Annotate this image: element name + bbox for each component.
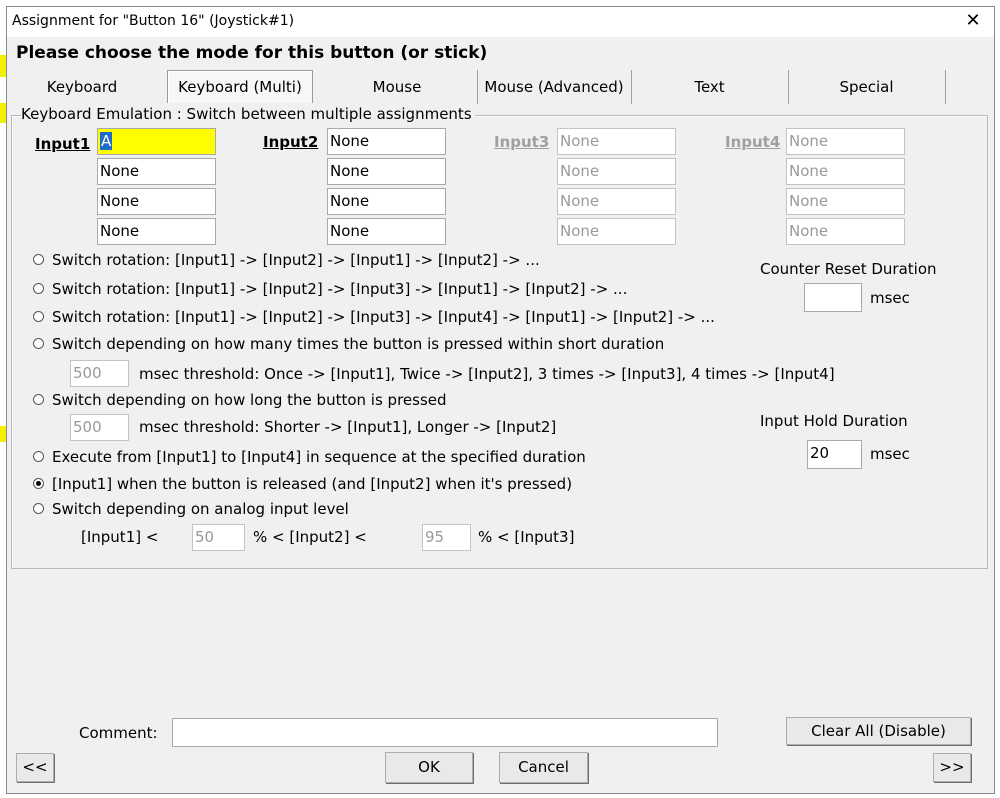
comment-label: Comment:: [79, 724, 158, 742]
radio-option-5[interactable]: [33, 394, 44, 405]
radio-option-4[interactable]: [33, 338, 44, 349]
analog-threshold-1-input: 50: [192, 524, 245, 551]
analog-input2-label: % < [Input2] <: [253, 528, 367, 546]
input2-field-3[interactable]: None: [327, 188, 446, 215]
counter-reset-label: Counter Reset Duration: [760, 260, 937, 278]
tab-special[interactable]: Special: [788, 70, 946, 104]
input1-field-4[interactable]: None: [97, 218, 216, 245]
radio-option-8[interactable]: [33, 503, 44, 514]
input-hold-unit: msec: [870, 445, 910, 463]
option-label-6: Execute from [Input1] to [Input4] in seq…: [52, 448, 586, 466]
radio-option-3[interactable]: [33, 311, 44, 322]
comment-input[interactable]: [172, 718, 718, 747]
close-icon[interactable]: ✕: [960, 9, 986, 33]
title-bar: Assignment for "Button 16" (Joystick#1) …: [7, 7, 994, 37]
input4-field-1: None: [786, 128, 905, 155]
option-label-5: Switch depending on how long the button …: [52, 391, 447, 409]
ok-button[interactable]: OK: [385, 752, 473, 783]
input2-label: Input2: [263, 133, 319, 151]
next-button[interactable]: >>: [933, 753, 971, 782]
counter-reset-unit: msec: [870, 289, 910, 307]
option-label-7: [Input1] when the button is released (an…: [52, 475, 573, 493]
input3-field-4: None: [557, 218, 676, 245]
assignment-dialog: Assignment for "Button 16" (Joystick#1) …: [6, 6, 995, 794]
input2-field-4[interactable]: None: [327, 218, 446, 245]
press-length-threshold-input: 500: [70, 414, 129, 441]
page-title: Please choose the mode for this button (…: [16, 43, 488, 63]
option-label-3: Switch rotation: [Input1] -> [Input2] ->…: [52, 308, 715, 326]
radio-option-6[interactable]: [33, 451, 44, 462]
analog-input1-label: [Input1] <: [81, 528, 159, 546]
press-count-description: msec threshold: Once -> [Input1], Twice …: [139, 365, 835, 383]
counter-reset-input[interactable]: [804, 283, 862, 312]
press-length-description: msec threshold: Shorter -> [Input1], Lon…: [139, 418, 557, 436]
input3-field-1: None: [557, 128, 676, 155]
input3-label: Input3: [494, 133, 550, 151]
clear-all-button[interactable]: Clear All (Disable): [786, 717, 971, 745]
tab-keyboard[interactable]: Keyboard: [7, 70, 157, 104]
analog-threshold-2-input: 95: [422, 524, 471, 551]
input1-field-2[interactable]: None: [97, 158, 216, 185]
input2-field-2[interactable]: None: [327, 158, 446, 185]
tab-mouse[interactable]: Mouse: [317, 70, 478, 104]
input2-field-1[interactable]: None: [327, 128, 446, 155]
input-hold-input[interactable]: 20: [807, 440, 862, 469]
option-label-4: Switch depending on how many times the b…: [52, 335, 665, 353]
radio-option-2[interactable]: [33, 283, 44, 294]
window-title: Assignment for "Button 16" (Joystick#1): [12, 13, 295, 29]
cancel-button[interactable]: Cancel: [499, 752, 588, 783]
group-label: Keyboard Emulation : Switch between mult…: [21, 105, 475, 123]
option-label-1: Switch rotation: [Input1] -> [Input2] ->…: [52, 251, 540, 269]
previous-button[interactable]: <<: [16, 753, 54, 782]
option-label-2: Switch rotation: [Input1] -> [Input2] ->…: [52, 280, 628, 298]
press-count-threshold-input: 500: [70, 360, 129, 387]
tab-mouse-advanced[interactable]: Mouse (Advanced): [477, 70, 632, 104]
input4-label: Input4: [725, 133, 781, 151]
input-hold-label: Input Hold Duration: [760, 412, 908, 430]
input4-field-2: None: [786, 158, 905, 185]
input1-label: Input1: [35, 135, 91, 153]
analog-input3-label: % < [Input3]: [478, 528, 575, 546]
radio-option-1[interactable]: [33, 254, 44, 265]
input1-field-1[interactable]: A: [97, 128, 216, 155]
input3-field-2: None: [557, 158, 676, 185]
input4-field-3: None: [786, 188, 905, 215]
input4-field-4: None: [786, 218, 905, 245]
tab-text[interactable]: Text: [631, 70, 789, 104]
option-label-8: Switch depending on analog input level: [52, 500, 349, 518]
tab-keyboard-multi[interactable]: Keyboard (Multi): [167, 70, 313, 103]
input1-field-3[interactable]: None: [97, 188, 216, 215]
input3-field-3: None: [557, 188, 676, 215]
radio-option-7[interactable]: [33, 478, 44, 489]
